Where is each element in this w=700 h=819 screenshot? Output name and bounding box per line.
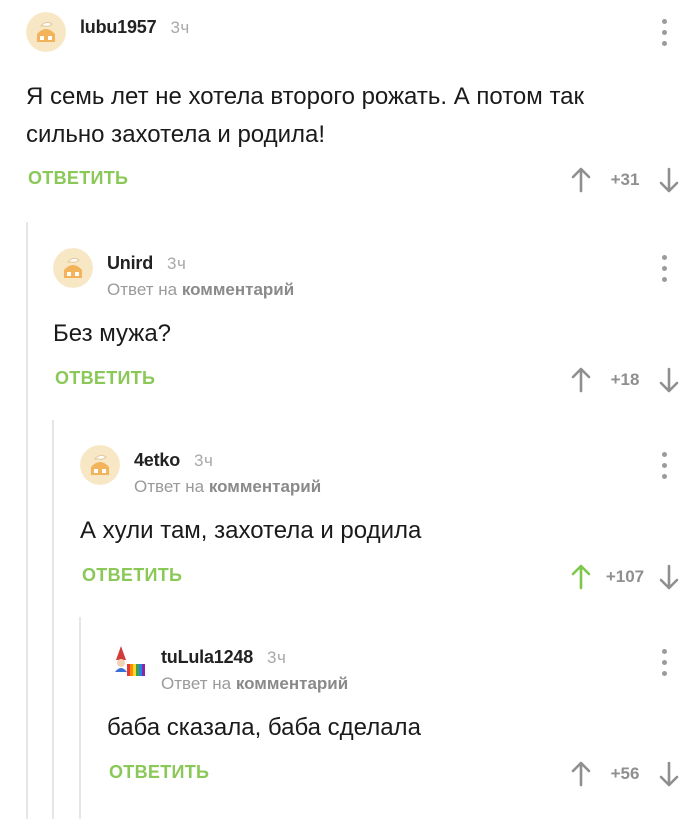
comment-actions: ОТВЕТИТЬ +31: [26, 160, 700, 200]
comment-header: Unird 3ч Ответ на комментарий: [53, 248, 700, 299]
comment-header: tuLula1248 3ч Ответ на комментарий: [107, 642, 700, 693]
comment-text: А хули там, захотела и родила: [80, 517, 422, 544]
gnome-rainbow-avatar-icon[interactable]: [107, 642, 147, 682]
username[interactable]: Unird 3ч: [107, 253, 186, 274]
upvote-arrow-icon[interactable]: [568, 164, 594, 196]
reply-button[interactable]: ОТВЕТИТЬ: [55, 368, 155, 389]
comment-actions: ОТВЕТИТЬ +107: [80, 557, 700, 597]
upvote-arrow-icon[interactable]: [568, 561, 594, 593]
reply-to-label: Ответ на комментарий: [107, 280, 295, 299]
downvote-arrow-icon[interactable]: [656, 561, 682, 593]
comment-header: 4etko 3ч Ответ на комментарий: [80, 445, 700, 496]
comment-time: 3ч: [170, 18, 190, 37]
comment-time: 3ч: [167, 254, 187, 273]
comment-header: lubu1957 3ч: [26, 12, 700, 52]
comment-time: 3ч: [267, 648, 287, 667]
reply-to-label: Ответ на комментарий: [134, 477, 322, 496]
downvote-arrow-icon[interactable]: [656, 164, 682, 196]
comment-actions: ОТВЕТИТЬ +18: [53, 360, 700, 400]
comment-actions: ОТВЕТИТЬ +56: [107, 754, 700, 794]
reply-to-link[interactable]: комментарий: [209, 477, 321, 496]
vote-controls: +18: [568, 364, 682, 396]
score: +107: [605, 567, 645, 586]
score: +31: [610, 170, 640, 189]
thread-line-level-1: [26, 222, 28, 819]
default-avatar-icon[interactable]: [53, 248, 93, 288]
more-menu-icon[interactable]: [654, 248, 674, 288]
more-menu-icon[interactable]: [654, 445, 674, 485]
comment-text: Я семь лет не хотела второго рожать. А п…: [26, 83, 585, 148]
comment-text: Без мужа?: [53, 320, 172, 347]
thread-line-level-2: [52, 420, 54, 819]
vote-controls: +107: [568, 561, 682, 593]
upvote-arrow-icon[interactable]: [568, 758, 594, 790]
reply-to-link[interactable]: комментарий: [182, 280, 294, 299]
more-menu-icon[interactable]: [654, 12, 674, 52]
default-avatar-icon[interactable]: [80, 445, 120, 485]
username[interactable]: lubu1957 3ч: [80, 17, 190, 38]
comment: Unird 3ч Ответ на комментарий Без мужа? О…: [53, 248, 700, 400]
reply-button[interactable]: ОТВЕТИТЬ: [28, 168, 128, 189]
reply-button[interactable]: ОТВЕТИТЬ: [82, 565, 182, 586]
username[interactable]: 4etko 3ч: [134, 450, 213, 471]
reply-to-label: Ответ на комментарий: [161, 674, 349, 693]
thread-line-level-3: [79, 617, 81, 819]
vote-controls: +56: [568, 758, 682, 790]
comment: lubu1957 3ч Я семь лет не хотела второго …: [26, 12, 700, 200]
vote-controls: +31: [568, 164, 682, 196]
comment: tuLula1248 3ч Ответ на комментарий баба с…: [107, 642, 700, 794]
upvote-arrow-icon[interactable]: [568, 364, 594, 396]
downvote-arrow-icon[interactable]: [656, 758, 682, 790]
comment-time: 3ч: [194, 451, 214, 470]
score: +56: [610, 764, 640, 783]
comment: 4etko 3ч Ответ на комментарий А хули там,…: [80, 445, 700, 597]
downvote-arrow-icon[interactable]: [656, 364, 682, 396]
username[interactable]: tuLula1248 3ч: [161, 647, 286, 668]
score: +18: [610, 370, 640, 389]
reply-button[interactable]: ОТВЕТИТЬ: [109, 762, 209, 783]
comment-text: баба сказала, баба сделала: [107, 714, 421, 741]
more-menu-icon[interactable]: [654, 642, 674, 682]
reply-to-link[interactable]: комментарий: [236, 674, 348, 693]
default-avatar-icon[interactable]: [26, 12, 66, 52]
